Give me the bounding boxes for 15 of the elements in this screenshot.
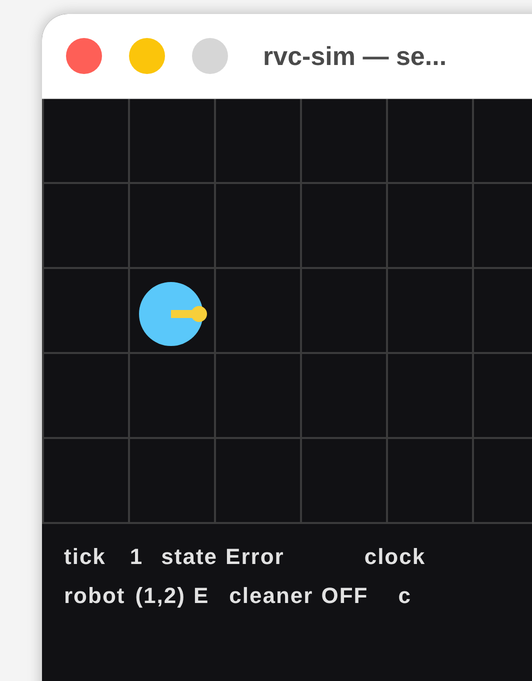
zoom-button[interactable] — [192, 38, 228, 74]
status-text: Error — [226, 544, 284, 570]
window-title: rvc-sim — se... — [263, 40, 447, 72]
status-text: cleaner — [229, 583, 314, 609]
status-text: tick — [64, 544, 106, 570]
status-text: 1 — [130, 544, 144, 570]
close-button[interactable] — [66, 38, 102, 74]
status-text: state — [161, 544, 218, 570]
status-text: OFF — [321, 583, 368, 609]
minimize-button[interactable] — [129, 38, 165, 74]
status-text: E — [193, 583, 210, 609]
status-text: (1,2) — [135, 583, 186, 609]
status-text: robot — [64, 583, 126, 609]
status-text: c — [398, 583, 412, 609]
status-text: clock — [364, 544, 426, 570]
